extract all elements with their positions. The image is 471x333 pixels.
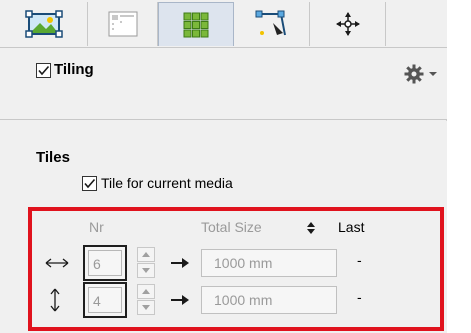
checkmark-icon xyxy=(84,178,96,189)
spin-up-button[interactable] xyxy=(137,284,155,299)
horizontal-total-size-field[interactable]: 1000 mm xyxy=(201,249,337,277)
spin-down-button[interactable] xyxy=(137,263,155,278)
tiles-grid-icon xyxy=(183,12,209,37)
crosshair-icon xyxy=(335,12,360,36)
path-edit-icon xyxy=(255,10,286,36)
spin-down-button[interactable] xyxy=(137,300,155,315)
tiling-label: Tiling xyxy=(54,61,94,78)
column-header-nr: Nr xyxy=(89,219,104,235)
right-margin xyxy=(448,0,471,333)
vertical-arrows-icon xyxy=(50,288,60,312)
spin-up-button[interactable] xyxy=(137,247,155,262)
tiling-checkbox[interactable] xyxy=(36,63,51,78)
tab-position[interactable] xyxy=(310,2,386,46)
tab-image[interactable] xyxy=(0,2,88,46)
caret-down-icon xyxy=(142,268,150,273)
tab-layout[interactable] xyxy=(88,2,158,46)
caret-up-icon xyxy=(142,289,150,294)
chevron-down-icon xyxy=(429,72,437,76)
layout-grid-icon xyxy=(108,11,137,37)
horizontal-nr-field[interactable]: 6 xyxy=(83,245,127,281)
vertical-nr-value: 4 xyxy=(88,287,122,313)
tiles-heading: Tiles xyxy=(36,149,70,166)
image-frame-icon xyxy=(24,10,63,38)
horizontal-nr-value: 6 xyxy=(88,250,122,276)
horizontal-last-value: - xyxy=(357,252,362,268)
vertical-nr-field[interactable]: 4 xyxy=(83,282,127,318)
tile-for-media-label: Tile for current media xyxy=(101,175,233,191)
tiles-section: Tiles Tile for current media Nr Total Si… xyxy=(0,121,447,333)
vertical-nr-spinner[interactable] xyxy=(137,284,155,316)
arrow-right-icon xyxy=(171,295,189,305)
arrow-right-icon xyxy=(171,258,189,268)
caret-down-icon xyxy=(142,305,150,310)
panel-tabbar xyxy=(0,0,447,48)
tab-path[interactable] xyxy=(234,2,310,46)
tiling-panel: Tiling Tiles Tile for current media Nr T… xyxy=(0,0,447,333)
app-window: Tiling Tiles Tile for current media Nr T… xyxy=(0,0,471,333)
tab-tiling[interactable] xyxy=(158,2,234,46)
gear-icon xyxy=(404,64,424,84)
horizontal-nr-spinner[interactable] xyxy=(137,247,155,279)
checkmark-icon xyxy=(38,65,50,76)
tile-for-media-checkbox[interactable] xyxy=(82,176,97,191)
column-header-last: Last xyxy=(338,219,365,235)
sort-updown-icon[interactable] xyxy=(306,221,316,235)
caret-up-icon xyxy=(142,252,150,257)
horizontal-arrows-icon xyxy=(45,258,69,268)
vertical-last-value: - xyxy=(357,289,362,305)
tiling-header: Tiling xyxy=(0,48,447,120)
column-header-total-size: Total Size xyxy=(201,219,262,235)
vertical-total-size-field[interactable]: 1000 mm xyxy=(201,286,337,314)
settings-menu-button[interactable] xyxy=(403,63,443,85)
